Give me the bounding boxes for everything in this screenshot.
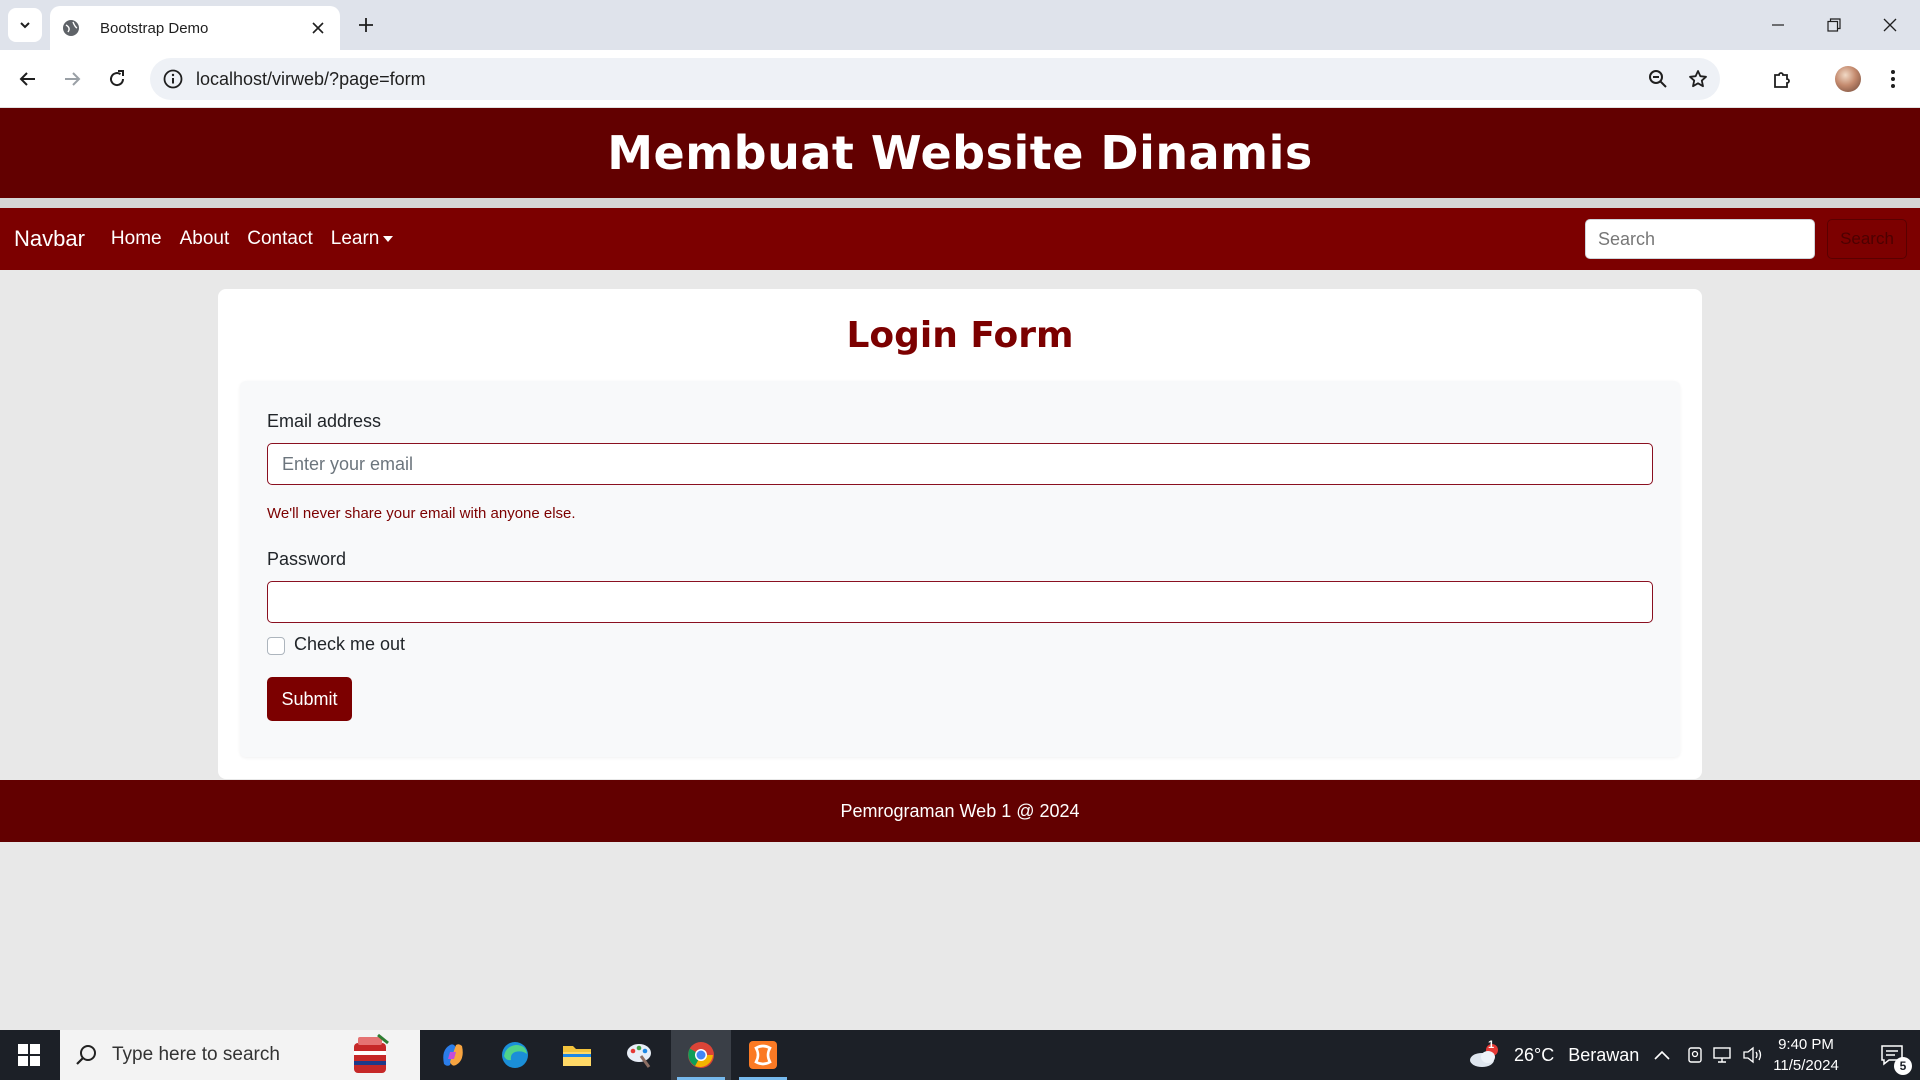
password-field[interactable] — [267, 581, 1653, 623]
header-divider — [0, 198, 1920, 208]
nav-link-contact[interactable]: Contact — [247, 228, 312, 250]
extensions-button[interactable] — [1766, 63, 1798, 95]
arrow-right-icon — [65, 72, 81, 86]
footer-text: Pemrograman Web 1 @ 2024 — [840, 800, 1080, 821]
forward-button[interactable] — [56, 63, 88, 95]
restore-icon — [1827, 18, 1841, 32]
password-label: Password — [267, 549, 347, 569]
check-me-out-checkbox[interactable] — [267, 637, 285, 655]
weather-temp: 26°C — [1514, 1044, 1555, 1065]
close-tab-icon[interactable] — [308, 18, 328, 38]
system-clock[interactable]: 9:40 PM 11/5/2024 — [1756, 1034, 1856, 1076]
reload-button[interactable] — [101, 63, 133, 95]
profile-button[interactable] — [1832, 63, 1864, 95]
close-icon — [1883, 18, 1897, 32]
browser-tabstrip: Bootstrap Demo — [0, 0, 1920, 50]
edge-icon — [502, 1042, 528, 1068]
login-card: Login Form Email address We'll never sha… — [218, 289, 1702, 779]
bookmark-star-icon[interactable] — [1680, 61, 1716, 97]
site-info-icon[interactable] — [162, 68, 184, 90]
email-label: Email address — [267, 411, 382, 431]
network-icon — [1713, 1047, 1731, 1063]
chrome-icon — [688, 1042, 714, 1068]
taskbar-paint[interactable] — [609, 1030, 669, 1080]
taskbar-search-box[interactable]: Type here to search — [60, 1030, 420, 1080]
taskbar-search-placeholder: Type here to search — [112, 1044, 280, 1065]
navbar-search-input[interactable] — [1585, 219, 1815, 259]
address-bar[interactable]: localhost/virweb/?page=form — [150, 58, 1720, 100]
notification-count-badge: 5 — [1894, 1057, 1912, 1075]
more-vertical-icon — [1891, 70, 1895, 88]
chevron-up-icon — [1654, 1050, 1670, 1060]
avatar — [1835, 66, 1861, 92]
navbar-brand[interactable]: Navbar — [14, 226, 85, 252]
puzzle-icon — [1774, 72, 1790, 88]
taskbar-file-explorer[interactable] — [547, 1030, 607, 1080]
show-hidden-icons-button[interactable] — [1654, 1030, 1670, 1080]
site-header: Membuat Website Dinamis — [0, 108, 1920, 198]
page-viewport: Membuat Website Dinamis Navbar Home Abou… — [0, 108, 1920, 1030]
nav-link-about[interactable]: About — [180, 228, 230, 250]
site-navbar: Navbar Home About Contact Learn Search — [0, 208, 1920, 270]
clock-date: 11/5/2024 — [1773, 1057, 1839, 1074]
reload-icon — [110, 70, 125, 87]
weather-badge: 1 — [1488, 1039, 1495, 1051]
form-title: Login Form — [846, 315, 1074, 356]
paint-icon — [627, 1044, 651, 1068]
login-form: Email address We'll never share your ema… — [240, 381, 1680, 757]
file-explorer-icon — [563, 1046, 591, 1066]
camera-device-icon — [1688, 1047, 1702, 1063]
site-footer: Pemrograman Web 1 @ 2024 — [0, 780, 1920, 842]
copilot-icon — [443, 1044, 463, 1066]
network-tray[interactable] — [1712, 1030, 1732, 1080]
taskbar-xampp[interactable] — [733, 1030, 793, 1080]
weather-widget[interactable]: 1 26°C Berawan — [1468, 1030, 1639, 1080]
start-button[interactable] — [0, 1030, 58, 1080]
windows-taskbar: Type here to search 1 26°C Berawan 9:40 … — [0, 1030, 1920, 1080]
clock-time: 9:40 PM — [1778, 1036, 1834, 1053]
url-text[interactable]: localhost/virweb/?page=form — [196, 69, 1640, 90]
browser-toolbar: localhost/virweb/?page=form — [0, 50, 1920, 108]
search-icon — [76, 1045, 96, 1065]
page-title: Membuat Website Dinamis — [607, 126, 1313, 180]
taskbar-chrome[interactable] — [671, 1030, 731, 1080]
windows-logo-icon — [18, 1044, 40, 1066]
checkbox-label[interactable]: Check me out — [294, 634, 405, 655]
back-button[interactable] — [12, 63, 44, 95]
nav-dropdown-learn-label: Learn — [330, 228, 380, 249]
restore-button[interactable] — [1806, 0, 1862, 50]
plus-icon — [359, 18, 373, 32]
email-field[interactable] — [267, 443, 1653, 485]
cloudy-weather-icon — [1470, 1044, 1498, 1067]
tab-title: Bootstrap Demo — [100, 19, 209, 37]
nav-link-home[interactable]: Home — [111, 228, 162, 250]
caret-down-icon — [383, 236, 394, 242]
browser-tab[interactable]: Bootstrap Demo — [50, 6, 340, 50]
arrow-left-icon — [19, 72, 35, 86]
browser-menu-button[interactable] — [1877, 63, 1909, 95]
xampp-icon — [749, 1041, 777, 1069]
taskbar-copilot[interactable] — [423, 1030, 483, 1080]
new-tab-button[interactable] — [352, 11, 380, 39]
tab-search-button[interactable] — [8, 8, 42, 42]
nav-dropdown-learn[interactable]: Learn — [331, 228, 394, 250]
weather-condition: Berawan — [1568, 1044, 1640, 1065]
globe-icon — [63, 20, 79, 36]
meet-now-tray[interactable] — [1686, 1030, 1704, 1080]
taskbar-edge[interactable] — [485, 1030, 545, 1080]
close-window-button[interactable] — [1862, 0, 1918, 50]
notification-center-button[interactable]: 5 — [1864, 1030, 1920, 1080]
navbar-search-button[interactable]: Search — [1827, 219, 1907, 259]
zoom-icon[interactable] — [1640, 61, 1676, 97]
minimize-button[interactable] — [1750, 0, 1806, 50]
email-help-text: We'll never share your email with anyone… — [267, 505, 576, 522]
chevron-down-icon — [20, 22, 30, 29]
submit-button[interactable]: Submit — [267, 677, 352, 721]
minimize-icon — [1772, 24, 1784, 26]
search-highlight-icon — [354, 1033, 389, 1073]
